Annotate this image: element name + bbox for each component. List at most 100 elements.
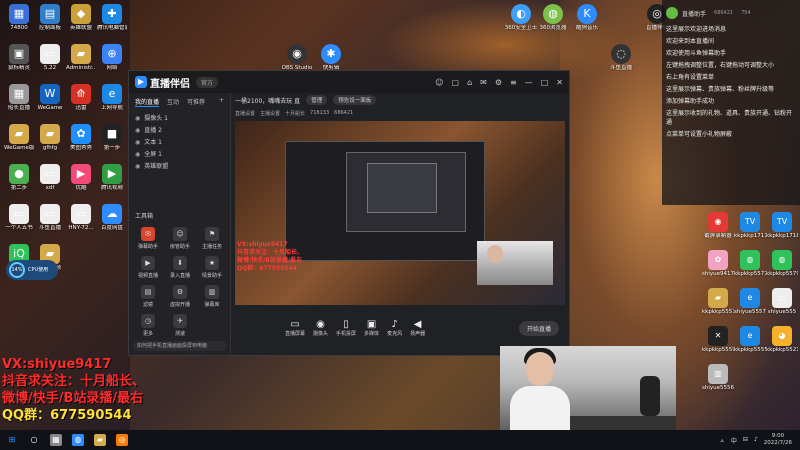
desktop-icon[interactable]: ▣ 鼠标精灵 — [4, 44, 34, 72]
toolbox-item[interactable]: ▥ 弹幕库 — [197, 285, 227, 308]
desktop-icon[interactable]: ✿ 美图秀秀 — [66, 124, 96, 152]
scene-item[interactable]: ◉ 全屏 1 — [135, 149, 224, 161]
desktop-icon[interactable]: ◕ kkpkkp5521 — [766, 326, 798, 354]
start-live-button[interactable]: 开始直播 — [518, 320, 559, 336]
phone-cast-tip[interactable]: 如何把手机直播画面投屏到电脑 — [133, 341, 227, 351]
live-companion-window[interactable]: ▶ 直播伴侣 官方 ☺ ▢ ⌂ ✉ ⚙ ≡ — □ ✕ 我的直播 互动 可推荐 + ◉ 摄像头 1… — [128, 70, 570, 374]
desktop-icon[interactable]: W WeGame — [35, 84, 65, 112]
source-control-button[interactable]: ▣ 多媒体 — [364, 319, 379, 337]
toolbox-item[interactable]: ☺ 房管助手 — [165, 227, 195, 250]
toolbox-item[interactable]: ▤ 滤镜 — [133, 285, 163, 308]
window-button-icon[interactable]: ▢ — [452, 78, 460, 87]
desktop-icon[interactable]: ⊕ 网络 — [97, 44, 127, 72]
desktop-icon[interactable]: TV kkpkkp1717 — [734, 212, 766, 240]
desktop-icon[interactable]: ▭ 斗鱼直播 — [35, 204, 65, 232]
desktop-icon[interactable]: e shiyue5557 — [734, 288, 766, 316]
tab-interact[interactable]: 互动 — [167, 97, 179, 107]
window-button-icon[interactable]: ✕ — [556, 78, 563, 87]
desktop-icon[interactable]: ✕ kkpkkp5559 — [702, 326, 734, 354]
desktop-icon[interactable]: ◐ 360安全卫士 — [504, 4, 538, 32]
preview-webcam-source[interactable] — [477, 241, 553, 285]
tab-recommend[interactable]: 可推荐 — [187, 97, 205, 107]
taskbar-app-icon[interactable]: ◎ — [116, 434, 128, 446]
toolbox-item[interactable]: ✈ 测速 — [165, 314, 195, 337]
scene-item[interactable]: ◉ 文本 1 — [135, 137, 224, 149]
scene-item[interactable]: ◉ 摄像头 1 — [135, 113, 224, 125]
source-control-button[interactable]: ▭ 直播屏幕 — [285, 319, 305, 337]
source-control-button[interactable]: ◀ 扬声器 — [410, 319, 425, 337]
desktop-icon[interactable]: ◌ 斗鱼直播 — [604, 44, 638, 72]
desktop-icon[interactable]: e 上网导航 — [97, 84, 127, 112]
desktop-icon[interactable]: ▥ shiyue5556 — [702, 364, 734, 392]
desktop-icon[interactable]: ◉ 截屏录制器 — [702, 212, 734, 240]
toolbox-item[interactable]: ◷ 更多 — [133, 314, 163, 337]
toolbox-item[interactable]: ▶ 视频直播 — [133, 256, 163, 279]
clock[interactable]: 9:00 2022/7/26 — [764, 433, 792, 447]
window-button-icon[interactable]: — — [525, 78, 533, 87]
desktop-icon[interactable]: ▰ Administr... — [66, 44, 96, 72]
desktop-icon[interactable]: ● 第二步 — [4, 164, 34, 192]
desktop-icon[interactable]: ■ 第一步 — [97, 124, 127, 152]
scene-item[interactable]: ◉ 直播 2 — [135, 125, 224, 137]
desktop-icon[interactable]: ▰ WeGame版 — [4, 124, 34, 152]
tab-my-live[interactable]: 我的直播 — [135, 97, 160, 107]
desktop-icon[interactable]: ◍ kkpkkp5577 — [734, 250, 766, 278]
version-badge[interactable]: 官方 — [196, 76, 219, 88]
tray-icon[interactable]: ⊟ — [743, 436, 748, 445]
add-scene-icon[interactable]: + — [219, 97, 224, 107]
tray-icon[interactable]: 中 — [731, 436, 737, 445]
scene-item[interactable]: ◉ 英雄联盟 — [135, 161, 224, 173]
visibility-eye-icon[interactable]: ◉ — [135, 149, 140, 161]
desktop-icon[interactable]: ▰ gfhfg — [35, 124, 65, 152]
window-button-icon[interactable]: ✉ — [480, 78, 487, 87]
notice-button[interactable]: 预告设一面板 — [333, 95, 377, 105]
desktop-icon[interactable]: K 酷狗音乐 — [570, 4, 604, 32]
toolbox-item[interactable]: ✉ 弹幕助手 — [133, 227, 163, 250]
visibility-eye-icon[interactable]: ◉ — [135, 113, 140, 125]
tray-icon[interactable]: ♪ — [754, 436, 758, 445]
cpu-widget[interactable]: 14% CPU使用 — [6, 260, 58, 280]
toolbox-item[interactable]: ⚑ 主播任务 — [197, 227, 227, 250]
desktop-icon[interactable]: ✚ 腾讯电脑管家 — [97, 4, 127, 32]
room-title[interactable]: 一桶2100，嘴嘴去玩 直 — [235, 96, 300, 105]
desktop-icon[interactable]: ▦ 船长直播 — [4, 84, 34, 112]
desktop-icon[interactable]: ✱ 快剪辑 — [314, 44, 348, 72]
desktop-icon[interactable]: ▦ 74800 — [4, 4, 34, 32]
taskbar-app-icon[interactable]: ○ — [28, 434, 40, 446]
danmu-assistant-panel[interactable]: 直播助手 686421 754 这里展示欢迎进场消息 欢迎来到本直播间 欢迎使用斗鱼… — [662, 0, 800, 205]
toolbox-item[interactable]: ⬇ 录入直播 — [165, 256, 195, 279]
desktop-icon[interactable]: e kkpkkp5555 — [734, 326, 766, 354]
toolbox-item[interactable]: ★ 情景助手 — [197, 256, 227, 279]
source-control-button[interactable]: ▯ 手机投屏 — [336, 319, 356, 337]
desktop-icon[interactable]: ◍ 360浏览器 — [536, 4, 570, 32]
window-button-icon[interactable]: ⌂ — [467, 78, 472, 87]
desktop-icon[interactable]: ⟰ 迅雷 — [66, 84, 96, 112]
desktop-icon[interactable]: ◉ OBS Studio — [280, 44, 314, 72]
stream-preview[interactable]: VX:shiyue9417 抖音求关注：十月船长、 微博/快手/B站录播/最右 … — [235, 121, 565, 305]
taskbar-app-icon[interactable]: ◍ — [72, 434, 84, 446]
window-button-icon[interactable]: ☺ — [435, 78, 443, 87]
desktop-icon[interactable]: ▭ HNY-72... — [66, 204, 96, 232]
taskbar-app-icon[interactable]: ▦ — [50, 434, 62, 446]
desktop-icon[interactable]: ◆ 英雄联盟 — [66, 4, 96, 32]
desktop-icon[interactable]: ✿ shiyue9417 — [702, 250, 734, 278]
visibility-eye-icon[interactable]: ◉ — [135, 161, 140, 173]
desktop-icon[interactable]: ▰ kkpkkp5557 — [702, 288, 734, 316]
tray-icon[interactable]: ㅅ — [719, 436, 725, 445]
desktop-icon[interactable]: ▭ 5.22 — [35, 44, 65, 72]
desktop-icon[interactable]: ▶ 腾讯视频 — [97, 164, 127, 192]
taskbar-app-icon[interactable]: ⊞ — [6, 434, 18, 446]
visibility-eye-icon[interactable]: ◉ — [135, 137, 140, 149]
window-button-icon[interactable]: ≡ — [510, 78, 517, 87]
source-control-button[interactable]: ◉ 摄像头 — [313, 319, 328, 337]
manage-button[interactable]: 管理 — [306, 95, 328, 105]
desktop-icon[interactable]: ▶ 优酷 — [66, 164, 96, 192]
desktop-icon[interactable]: ◍ kkpkkp5579 — [766, 250, 798, 278]
desktop-icon[interactable]: TV kkpkkp1718 — [766, 212, 798, 240]
desktop-icon[interactable]: ☁ 百度网盘 — [97, 204, 127, 232]
window-button-icon[interactable]: ⚙ — [495, 78, 502, 87]
desktop-icon[interactable]: ▤ 控制面板 — [35, 4, 65, 32]
visibility-eye-icon[interactable]: ◉ — [135, 125, 140, 137]
app-titlebar[interactable]: ▶ 直播伴侣 官方 ☺ ▢ ⌂ ✉ ⚙ ≡ — □ ✕ — [129, 71, 569, 93]
source-control-button[interactable]: ♪ 麦克风 — [387, 319, 402, 337]
